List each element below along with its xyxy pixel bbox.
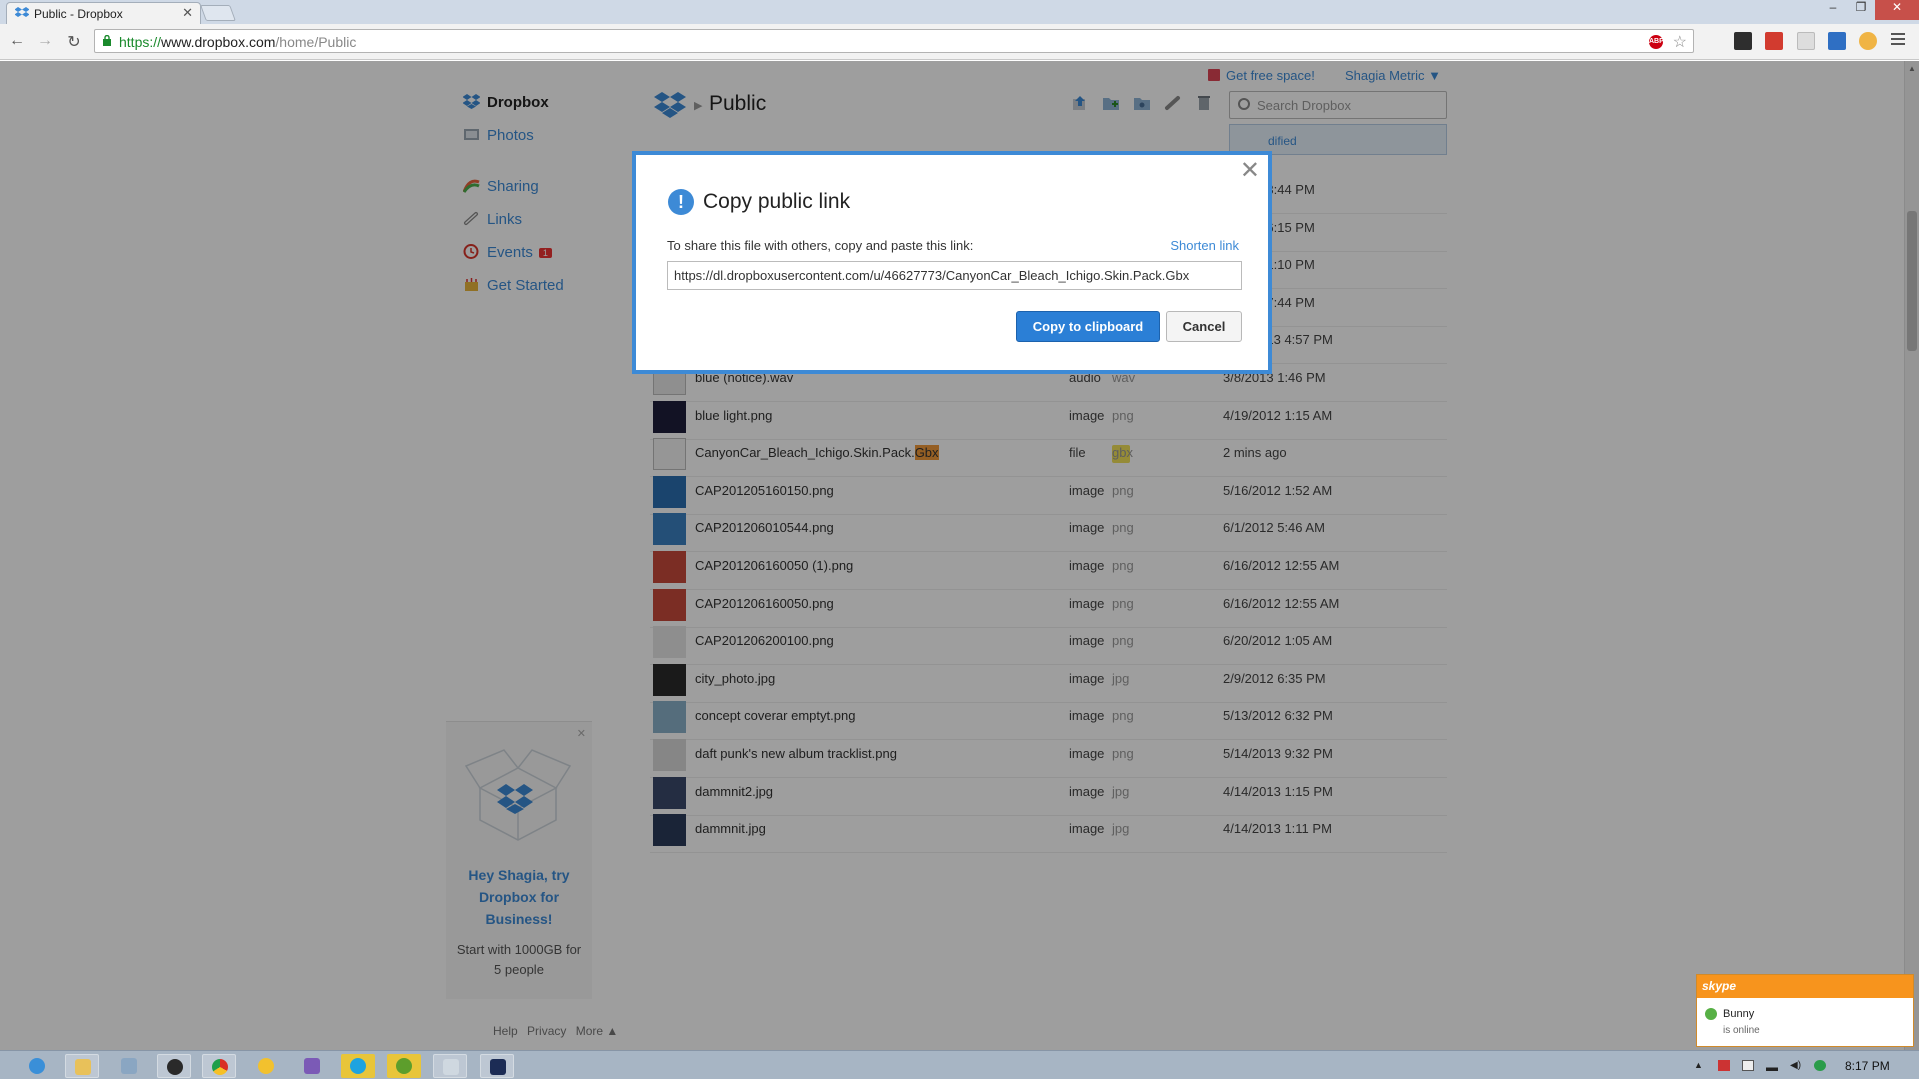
back-icon[interactable]: ← — [7, 32, 27, 50]
cancel-button[interactable]: Cancel — [1166, 311, 1242, 342]
address-bar[interactable]: https://www.dropbox.com/home/Public ABP … — [94, 29, 1694, 53]
taskbar-clock[interactable]: 8:17 PM — [1845, 1059, 1890, 1073]
extension-icon-smile[interactable] — [1859, 32, 1877, 50]
online-status-icon — [1705, 1008, 1717, 1020]
skype-contact-name: Bunny — [1723, 1008, 1755, 1020]
dialog-instruction: To share this file with others, copy and… — [667, 238, 974, 253]
copy-public-link-dialog: ✕ ! Copy public link To share this file … — [632, 151, 1272, 374]
info-icon: ! — [668, 189, 694, 215]
copy-to-clipboard-button[interactable]: Copy to clipboard — [1016, 311, 1160, 342]
lock-icon — [103, 35, 111, 46]
extension-icon-bluebox[interactable] — [1828, 32, 1846, 50]
taskbar-ie-icon[interactable] — [20, 1054, 54, 1078]
tray-volume-icon[interactable]: ◀) — [1790, 1060, 1802, 1071]
taskbar-explorer-icon[interactable] — [65, 1054, 99, 1078]
tray-battery-icon[interactable] — [1742, 1060, 1754, 1071]
tray-expand-icon[interactable]: ▲ — [1694, 1060, 1706, 1071]
extension-icon-s[interactable] — [1734, 32, 1752, 50]
browser-tab-strip: Public - Dropbox ✕ – ❐ ✕ — [0, 0, 1919, 24]
reload-icon[interactable]: ↻ — [64, 32, 84, 52]
taskbar-chrome-icon[interactable] — [202, 1054, 236, 1078]
chrome-menu-icon[interactable] — [1891, 33, 1905, 48]
shorten-link[interactable]: Shorten link — [1170, 238, 1239, 253]
maximize-button[interactable]: ❐ — [1847, 0, 1875, 20]
skype-header: skype — [1697, 975, 1913, 998]
forward-icon[interactable]: → — [35, 32, 55, 50]
taskbar-steam-icon[interactable] — [157, 1054, 191, 1078]
taskbar-spotify-icon[interactable] — [387, 1054, 421, 1078]
browser-tab[interactable]: Public - Dropbox ✕ — [6, 2, 201, 24]
taskbar-photoshop-icon[interactable] — [480, 1054, 514, 1078]
gmail-extension-icon[interactable] — [1765, 32, 1783, 50]
bookmark-star-icon[interactable]: ☆ — [1673, 32, 1687, 52]
tray-app-icon[interactable] — [1814, 1060, 1826, 1071]
new-tab-button[interactable] — [200, 5, 236, 21]
taskbar-keyboard-icon[interactable] — [112, 1054, 146, 1078]
skype-logo-icon: skype — [1702, 979, 1737, 993]
public-link-field[interactable] — [667, 261, 1242, 290]
windows-taskbar: ▲ ◀) 8:17 PM — [0, 1050, 1919, 1079]
adblock-icon[interactable]: ABP — [1649, 35, 1664, 49]
minimize-button[interactable]: – — [1819, 0, 1847, 20]
skype-contact-status: is online — [1723, 1025, 1760, 1036]
dropbox-favicon-icon — [15, 7, 29, 17]
browser-toolbar: ← → ↻ https://www.dropbox.com/home/Publi… — [0, 24, 1919, 60]
taskbar-skype-icon[interactable] — [341, 1054, 375, 1078]
tray-network-icon[interactable] — [1766, 1060, 1778, 1071]
skype-notification[interactable]: skype Bunny is online — [1696, 974, 1914, 1047]
extension-icon-t[interactable] — [1797, 32, 1815, 50]
taskbar-taskmanager-icon[interactable] — [433, 1054, 467, 1078]
url-text: https://www.dropbox.com/home/Public — [119, 34, 357, 50]
dialog-title: Copy public link — [703, 190, 851, 213]
taskbar-norton-icon[interactable] — [249, 1054, 283, 1078]
tray-flag-icon[interactable] — [1718, 1060, 1730, 1071]
tab-title: Public - Dropbox — [34, 7, 123, 21]
close-window-button[interactable]: ✕ — [1875, 0, 1919, 20]
dialog-close-icon[interactable]: ✕ — [1240, 159, 1260, 183]
tab-close-icon[interactable]: ✕ — [182, 5, 193, 21]
taskbar-visualstudio-icon[interactable] — [295, 1054, 329, 1078]
